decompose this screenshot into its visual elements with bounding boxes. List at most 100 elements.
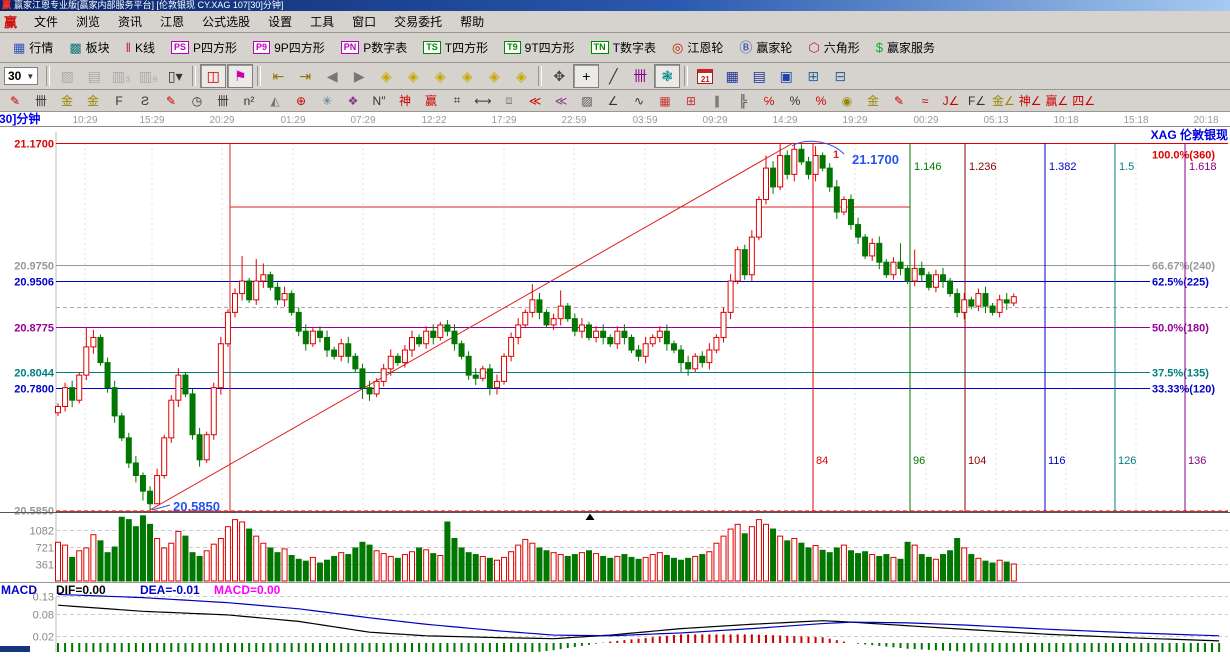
pattern-button[interactable]: ▨: [54, 64, 80, 88]
gann-star-button[interactable]: ◈: [481, 64, 507, 88]
menu-item-1[interactable]: 浏览: [67, 11, 109, 32]
menu-item-8[interactable]: 交易委托: [385, 11, 451, 32]
prev-page-button[interactable]: ◀: [319, 64, 345, 88]
f-angle-icon[interactable]: F∠: [964, 90, 990, 111]
ying-ruler-icon[interactable]: 赢: [418, 90, 444, 111]
gann-left-button[interactable]: ◈: [373, 64, 399, 88]
gold-circle-icon[interactable]: ◉: [834, 90, 860, 111]
p-square-button[interactable]: PSP四方形: [164, 35, 244, 60]
cycle-clock-icon[interactable]: ◷: [184, 90, 210, 111]
menu-item-6[interactable]: 工具: [301, 11, 343, 32]
gold-ruler-2-icon[interactable]: 金: [80, 90, 106, 111]
time-axis[interactable]: 10:2915:2920:2901:2907:2912:2217:2922:59…: [0, 112, 1230, 142]
hexagon-button[interactable]: ⬡六角形: [801, 35, 866, 60]
fan-red-icon[interactable]: ≪: [522, 90, 548, 111]
tick-ruler-icon[interactable]: 卌: [28, 90, 54, 111]
stock-chart-button[interactable]: ◫: [200, 64, 226, 88]
gold-ruler-1-icon[interactable]: 金: [54, 90, 80, 111]
menu-item-5[interactable]: 设置: [259, 11, 301, 32]
ruler-123-icon[interactable]: ⌗: [444, 90, 470, 111]
menu-item-3[interactable]: 江恩: [151, 11, 193, 32]
gold-angle-icon[interactable]: 金∠: [990, 90, 1017, 111]
span-arrow-icon[interactable]: ⟷: [470, 90, 496, 111]
percent-level-icon[interactable]: %: [808, 90, 834, 111]
first-page-button[interactable]: ⇤: [265, 64, 291, 88]
gann-cross-button[interactable]: ◈: [454, 64, 480, 88]
winner-wheel-button[interactable]: Ⓑ赢家轮: [732, 35, 799, 60]
sectors-button[interactable]: ▩板块: [62, 35, 116, 60]
spiral-icon[interactable]: Ƨ: [132, 90, 158, 111]
last-page-button[interactable]: ⇥: [292, 64, 318, 88]
brain-analysis-button[interactable]: ❃: [654, 64, 680, 88]
network-pc-button[interactable]: ⊞: [800, 64, 826, 88]
menu-item-2[interactable]: 资讯: [109, 11, 151, 32]
t-percent-icon[interactable]: ℅: [756, 90, 782, 111]
p9-square-button[interactable]: P99P四方形: [246, 35, 332, 60]
menu-item-7[interactable]: 窗口: [343, 11, 385, 32]
wave-icon[interactable]: ≈: [912, 90, 938, 111]
starburst-icon[interactable]: ✳: [314, 90, 340, 111]
quotes-button[interactable]: ▦行情: [6, 35, 60, 60]
grid-arrow-icon[interactable]: ⊞: [678, 90, 704, 111]
shen-angle-icon[interactable]: 神∠: [1017, 90, 1044, 111]
fan-purple-icon[interactable]: ≪: [548, 90, 574, 111]
gann-right-button[interactable]: ◈: [400, 64, 426, 88]
t-number-button[interactable]: TNT数字表: [584, 35, 663, 60]
gann-hspan-button[interactable]: ◈: [427, 64, 453, 88]
menu-item-9[interactable]: 帮助: [451, 11, 493, 32]
gann-wheel-button[interactable]: ◎江恩轮: [665, 35, 730, 60]
grid-shade-icon[interactable]: ▨: [574, 90, 600, 111]
p-number-button[interactable]: PNP数字表: [334, 35, 415, 60]
pencil-icon[interactable]: ✎: [2, 90, 28, 111]
gann-move-button[interactable]: ◈: [508, 64, 534, 88]
chart-svg[interactable]: 10:2915:2920:2901:2907:2912:2217:2922:59…: [0, 112, 1230, 652]
t9-square-button[interactable]: T99T四方形: [497, 35, 582, 60]
shen-ruler-icon[interactable]: 神: [392, 90, 418, 111]
mirror-angle-icon[interactable]: ◭: [262, 90, 288, 111]
kline-button[interactable]: ‖K线: [119, 35, 162, 60]
bars-9-button[interactable]: ▥₉: [135, 64, 161, 88]
pan-hand-button[interactable]: ✥: [546, 64, 572, 88]
box-frame-icon[interactable]: ⧈: [496, 90, 522, 111]
bars-3-button[interactable]: ▥₃: [108, 64, 134, 88]
j-angle-icon[interactable]: J∠: [938, 90, 964, 111]
pencil-ruler-icon[interactable]: ✎: [158, 90, 184, 111]
double-quote-icon[interactable]: N″: [366, 90, 392, 111]
update-pc-button[interactable]: ⊟: [827, 64, 853, 88]
grid-star-icon[interactable]: ❖: [340, 90, 366, 111]
trendline-tool-button[interactable]: ╱: [600, 64, 626, 88]
crosshair-button[interactable]: +: [573, 64, 599, 88]
indicator-flag-button[interactable]: ⚑: [227, 64, 253, 88]
menu-item-0[interactable]: 文件: [25, 11, 67, 32]
circle-target-icon[interactable]: ⊕: [288, 90, 314, 111]
tick-ruler-2-icon[interactable]: 卌: [210, 90, 236, 111]
winner-service-button[interactable]: $赢家服务: [869, 35, 942, 60]
t-square-button[interactable]: TST四方形: [416, 35, 495, 60]
si-angle-icon[interactable]: 四∠: [1070, 90, 1097, 111]
save-button[interactable]: ▣: [773, 64, 799, 88]
percent-icon[interactable]: %: [782, 90, 808, 111]
notes-button[interactable]: ▤: [746, 64, 772, 88]
f-ruler-icon[interactable]: F: [106, 90, 132, 111]
macd-pane[interactable]: 0.130.080.02: [33, 592, 1228, 653]
report-button[interactable]: ▤: [81, 64, 107, 88]
chart-area[interactable]: 10:2915:2920:2901:2907:2912:2217:2922:59…: [0, 112, 1230, 652]
ying-angle-icon[interactable]: 赢∠: [1044, 90, 1071, 111]
angle-fan-icon[interactable]: ∠: [600, 90, 626, 111]
volume-pane[interactable]: 1082721361: [30, 516, 1228, 581]
flag-pencil-icon[interactable]: ✎: [886, 90, 912, 111]
calendar-button[interactable]: 21: [692, 64, 718, 88]
main-price-pane[interactable]: 21.1700100.0%(360)20.975066.67%(240)20.9…: [14, 132, 1228, 652]
next-page-button[interactable]: ▶: [346, 64, 372, 88]
n-squared-icon[interactable]: n²: [236, 90, 262, 111]
gann-grid-tool-button[interactable]: 卌: [627, 64, 653, 88]
scale-axis-icon[interactable]: ╠: [730, 90, 756, 111]
gold-average-icon[interactable]: 金: [860, 90, 886, 111]
menu-item-4[interactable]: 公式选股: [193, 11, 259, 32]
calculator-button[interactable]: ▦: [719, 64, 745, 88]
period-select[interactable]: 30▼: [4, 67, 38, 85]
zigzag-icon[interactable]: ∿: [626, 90, 652, 111]
candle-style-button[interactable]: ▯▾: [162, 64, 188, 88]
parallel-lines-icon[interactable]: ∥: [704, 90, 730, 111]
grid-red-icon[interactable]: ▦: [652, 90, 678, 111]
